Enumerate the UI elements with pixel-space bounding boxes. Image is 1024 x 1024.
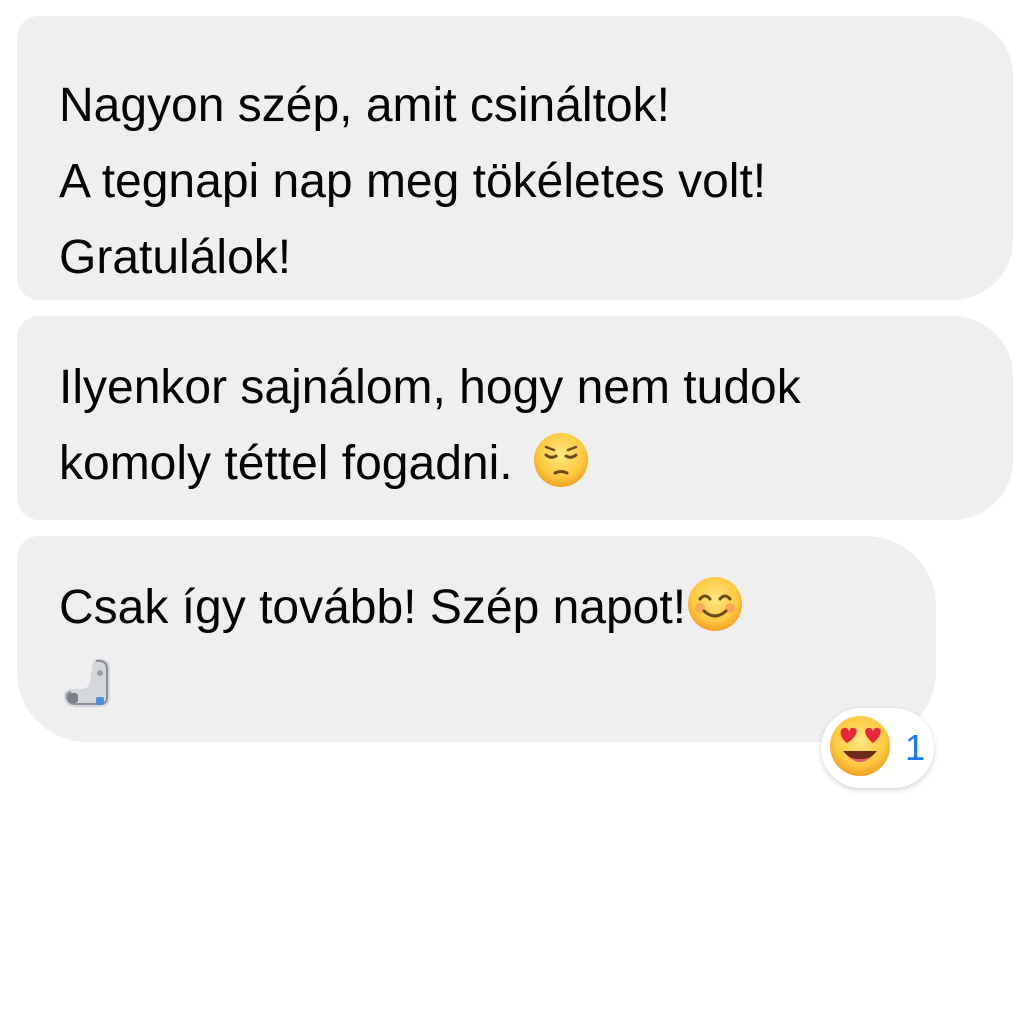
message-text-line-with-emoji: komoly téttel fogadni.	[59, 426, 971, 512]
pensive-face-icon	[532, 431, 590, 512]
message-text-line-with-emoji: Csak így tovább! Szép napot!	[59, 570, 894, 656]
reaction-badge[interactable]: 1	[821, 708, 934, 788]
message-text-line: Ilyenkor sajnálom, hogy nem tudok	[59, 361, 801, 414]
message-text: Csak így tovább! Szép napot!	[59, 581, 687, 634]
message-text: komoly téttel fogadni.	[59, 437, 513, 490]
message-bubble[interactable]: Nagyon szép, amit csináltok! A tegnapi n…	[17, 16, 1013, 300]
message-text-line: A tegnapi nap meg tökéletes volt!	[59, 155, 767, 208]
reaction-count: 1	[905, 727, 926, 768]
heart-eyes-icon	[827, 713, 893, 784]
message-bubble[interactable]: Ilyenkor sajnálom, hogy nem tudok komoly…	[17, 316, 1013, 520]
flexed-biceps-icon	[58, 653, 118, 718]
message-bubble[interactable]: Csak így tovább! Szép napot!	[17, 536, 936, 742]
message-text-line: Gratulálok!	[59, 231, 292, 284]
message-text-line: Nagyon szép, amit csináltok!	[59, 79, 670, 132]
smiling-face-icon	[686, 575, 744, 656]
